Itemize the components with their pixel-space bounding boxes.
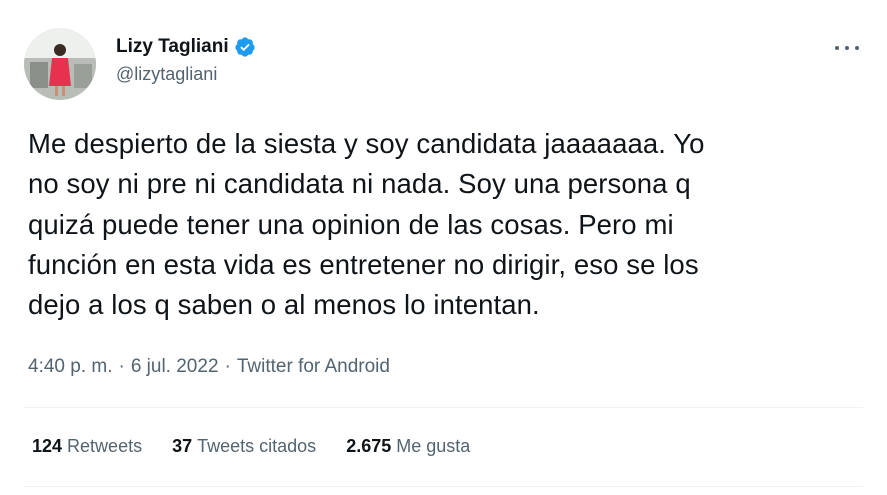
tweet-text-line: no soy ni pre ni candidata ni nada. Soy … bbox=[28, 168, 691, 200]
author-handle[interactable]: @lizytagliani bbox=[116, 64, 256, 85]
quotes-label: Tweets citados bbox=[197, 436, 317, 456]
tweet-time[interactable]: 4:40 p. m. bbox=[28, 356, 113, 378]
more-options-icon[interactable] bbox=[835, 38, 859, 58]
more-dot bbox=[855, 46, 859, 50]
tweet-text-line: dejo a los q saben o al menos lo intenta… bbox=[28, 289, 540, 321]
author-info: Lizy Tagliani @lizytagliani bbox=[116, 34, 256, 85]
tweet-card: Lizy Tagliani @lizytagliani Me despierto… bbox=[0, 0, 887, 495]
tweet-date[interactable]: 6 jul. 2022 bbox=[131, 356, 219, 378]
quotes-stat[interactable]: 37 Tweets citados bbox=[172, 436, 316, 457]
author-name-row: Lizy Tagliani bbox=[116, 34, 256, 60]
tweet-source[interactable]: Twitter for Android bbox=[237, 356, 390, 378]
tweet-meta: 4:40 p. m. · 6 jul. 2022 · Twitter for A… bbox=[28, 356, 390, 378]
tweet-text-line: función en esta vida es entretener no di… bbox=[28, 248, 699, 280]
likes-stat[interactable]: 2.675 Me gusta bbox=[346, 436, 470, 457]
more-dot bbox=[835, 46, 839, 50]
verified-badge-icon bbox=[234, 36, 256, 58]
avatar-photo bbox=[24, 28, 96, 100]
meta-separator: · bbox=[224, 356, 231, 377]
author-display-name[interactable]: Lizy Tagliani bbox=[116, 36, 229, 58]
divider bbox=[24, 486, 863, 487]
retweets-stat[interactable]: 124 Retweets bbox=[32, 436, 142, 457]
divider bbox=[24, 407, 863, 408]
tweet-text-line: Me despierto de la siesta y soy candidat… bbox=[28, 128, 705, 159]
quotes-count: 37 bbox=[172, 436, 193, 456]
likes-count: 2.675 bbox=[346, 436, 392, 456]
tweet-text: Me despierto de la siesta y soy candidat… bbox=[28, 124, 863, 325]
tweet-stats: 124 Retweets 37 Tweets citados 2.675 Me … bbox=[32, 436, 500, 457]
avatar[interactable] bbox=[24, 28, 96, 100]
tweet-text-line: quizá puede tener una opinion de las cos… bbox=[28, 208, 674, 240]
meta-separator: · bbox=[118, 356, 125, 377]
more-dot bbox=[845, 46, 849, 50]
retweets-count: 124 bbox=[32, 436, 63, 456]
likes-label: Me gusta bbox=[396, 436, 471, 456]
retweets-label: Retweets bbox=[67, 436, 143, 456]
